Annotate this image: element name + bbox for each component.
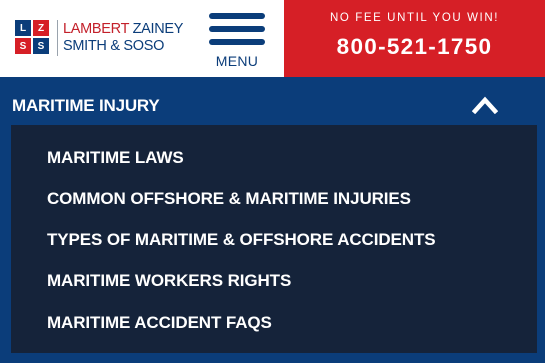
submenu-item-accident-types[interactable]: TYPES OF MARITIME & OFFSHORE ACCIDENTS xyxy=(47,230,436,250)
chevron-up-icon[interactable] xyxy=(472,96,498,114)
maritime-injury-toggle[interactable]: MARITIME INJURY xyxy=(0,77,545,125)
logo-monogram: L Z S S xyxy=(15,20,49,56)
section-title: MARITIME INJURY xyxy=(12,96,160,115)
logo-line-2: SMITH & SOSO xyxy=(63,38,165,54)
logo-name-zainey: ZAINEY xyxy=(128,21,184,37)
hamburger-icon xyxy=(209,13,265,52)
logo-letter-s1: S xyxy=(15,38,31,54)
submenu-item-maritime-laws[interactable]: MARITIME LAWS xyxy=(47,148,184,168)
logo-name-lambert: LAMBERT xyxy=(63,21,129,37)
logo-letter-z: Z xyxy=(33,20,49,36)
submenu-item-workers-rights[interactable]: MARITIME WORKERS RIGHTS xyxy=(47,271,291,291)
logo-letter-s2: S xyxy=(33,38,49,54)
site-header: L Z S S LAMBERT ZAINEY SMITH & SOSO MENU… xyxy=(0,0,545,77)
logo-line-1: LAMBERT ZAINEY xyxy=(63,21,183,38)
menu-label: MENU xyxy=(215,53,259,69)
logo-letter-l: L xyxy=(15,20,31,36)
submenu-item-common-injuries[interactable]: COMMON OFFSHORE & MARITIME INJURIES xyxy=(47,189,411,209)
logo-wordmark: LAMBERT ZAINEY SMITH & SOSO xyxy=(63,21,183,55)
call-cta-button[interactable]: NO FEE UNTIL YOU WIN! 800-521-1750 xyxy=(284,0,545,77)
maritime-submenu: MARITIME LAWS COMMON OFFSHORE & MARITIME… xyxy=(11,125,537,353)
cta-tagline: NO FEE UNTIL YOU WIN! xyxy=(329,12,500,24)
menu-button[interactable]: MENU xyxy=(205,10,269,72)
submenu-item-accident-faqs[interactable]: MARITIME ACCIDENT FAQS xyxy=(47,313,272,333)
phone-number[interactable]: 800-521-1750 xyxy=(284,34,545,60)
logo-divider xyxy=(57,20,58,56)
firm-logo[interactable]: L Z S S LAMBERT ZAINEY SMITH & SOSO xyxy=(15,20,190,58)
